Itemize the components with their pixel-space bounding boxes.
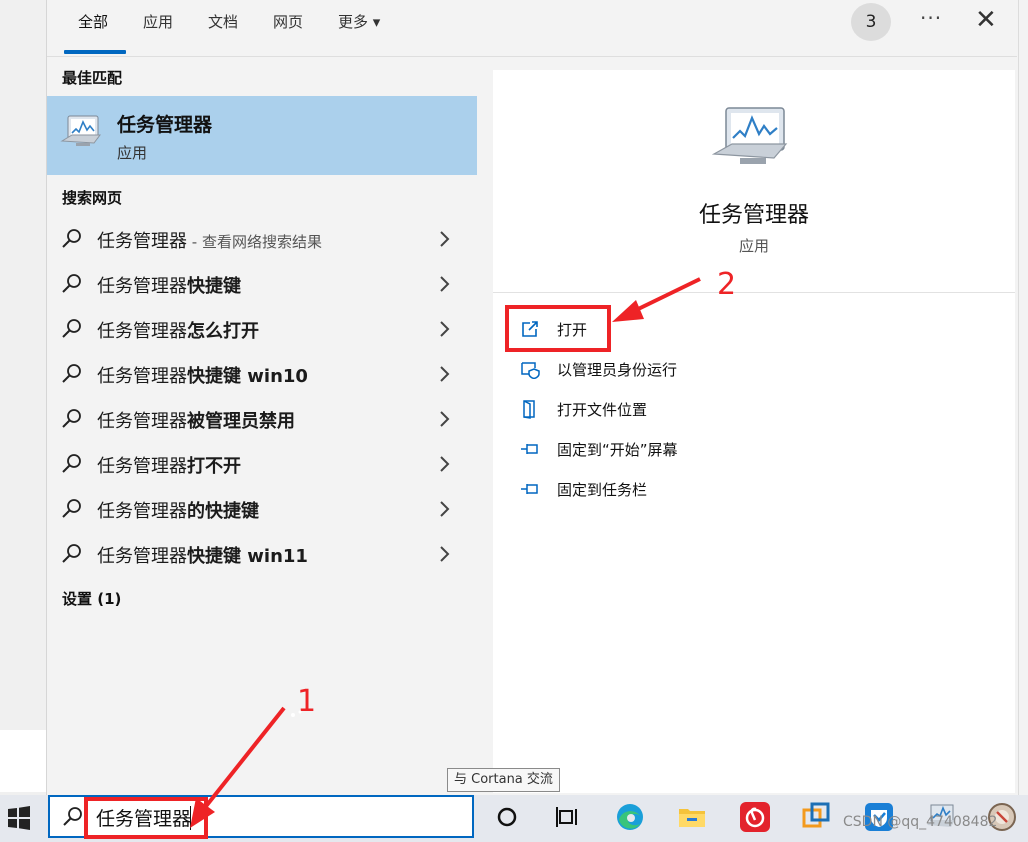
annotation-arrows	[190, 277, 701, 828]
